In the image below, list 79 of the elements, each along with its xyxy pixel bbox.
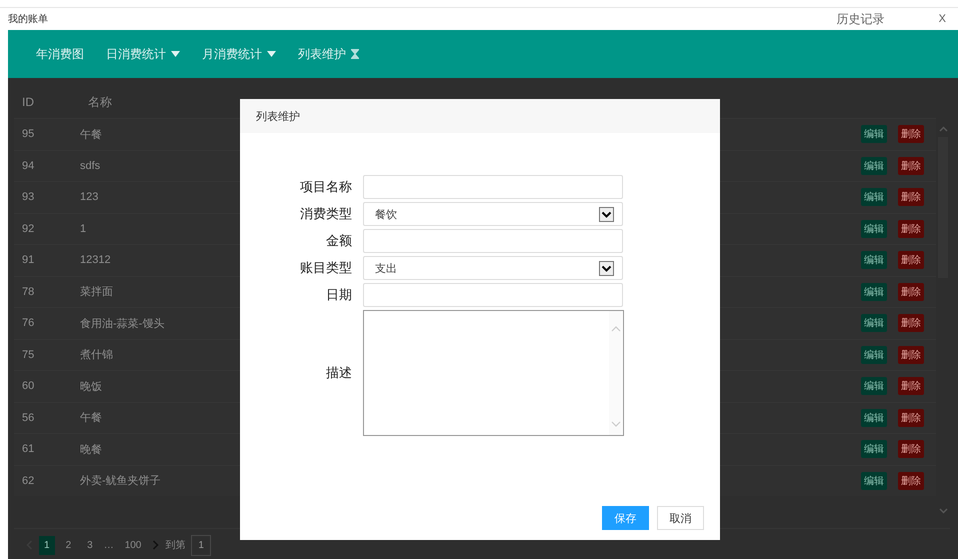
table-cell-text: 62	[21, 474, 36, 487]
table-cell-text: 92	[21, 222, 36, 235]
table-cell-text: 晚饭	[80, 380, 102, 394]
table-cell-text: 56	[21, 412, 36, 424]
delete-button[interactable]: 删除	[898, 377, 924, 396]
dialog-title: 列表维护	[256, 110, 300, 124]
edit-button[interactable]: 编辑	[861, 125, 887, 144]
edit-button[interactable]: 编辑	[861, 220, 887, 238]
hourglass-icon	[351, 49, 359, 59]
delete-button[interactable]: 删除	[898, 314, 924, 332]
edit-button[interactable]: 编辑	[861, 440, 887, 458]
delete-button[interactable]: 删除	[898, 156, 924, 175]
edit-button[interactable]: 编辑	[861, 408, 887, 427]
field-label: 描述	[325, 364, 352, 382]
page-button[interactable]: 1	[39, 536, 55, 554]
next-page-icon[interactable]	[152, 540, 160, 550]
edit-button[interactable]: 编辑	[861, 156, 887, 175]
page-button[interactable]: 2	[60, 536, 76, 554]
column-header: ID	[21, 95, 35, 109]
window-title: 我的账单	[8, 12, 48, 26]
table-cell-text: 94	[21, 160, 36, 172]
caret-icon	[171, 51, 180, 57]
table-cell-text: 午餐	[80, 128, 102, 142]
delete-button[interactable]: 删除	[898, 220, 924, 238]
table-cell-text: 食用油-蒜菜-馒头	[80, 316, 164, 331]
field-label: 账目类型	[299, 259, 352, 277]
caret-icon	[267, 51, 276, 57]
table-cell: 12312	[80, 254, 111, 266]
page-input[interactable]: 1	[191, 534, 211, 556]
delete-button[interactable]: 删除	[898, 125, 924, 144]
edit-button[interactable]: 编辑	[861, 188, 887, 206]
page-button[interactable]: 3	[82, 536, 98, 554]
scroll-down-icon[interactable]	[938, 508, 948, 514]
table-cell: 1	[80, 222, 86, 235]
close-button[interactable]: X	[936, 13, 948, 25]
table-cell-text: 93	[21, 191, 36, 204]
history-link[interactable]: 历史记录	[836, 10, 885, 28]
input-field[interactable]	[363, 175, 623, 199]
field-label: 金额	[325, 232, 352, 250]
table-cell-text: 60	[21, 380, 36, 392]
table-cell-text: 晚餐	[80, 442, 102, 457]
table-cell-text: 95	[21, 128, 36, 140]
column-header: 名称	[88, 94, 112, 110]
table-cell-text: 菜拌面	[80, 285, 113, 300]
cancel-button[interactable]: 取消	[657, 506, 704, 530]
table-cell: 123	[80, 191, 98, 204]
delete-button[interactable]: 删除	[898, 346, 924, 364]
input-field[interactable]	[363, 229, 623, 253]
delete-button[interactable]: 删除	[898, 188, 924, 206]
table-cell-text: 75	[21, 348, 36, 361]
delete-button[interactable]: 删除	[898, 282, 924, 301]
field-label: 消费类型	[299, 205, 352, 223]
edit-button[interactable]: 编辑	[861, 377, 887, 396]
table-cell-text: 91	[21, 254, 36, 266]
delete-button[interactable]: 删除	[898, 251, 924, 270]
table-cell-text: 午餐	[80, 411, 102, 426]
goto-label: 到第	[165, 539, 186, 552]
edit-button[interactable]: 编辑	[861, 282, 887, 301]
table-cell: sdfs	[80, 160, 100, 172]
table-cell-text: 78	[21, 286, 36, 298]
page-ellipsis: …	[104, 540, 114, 550]
scroll-up-icon[interactable]	[938, 126, 948, 132]
field-label: 项目名称	[299, 178, 352, 196]
table-cell-text: 煮什锦	[80, 348, 113, 362]
delete-button[interactable]: 删除	[898, 408, 924, 427]
table-cell-text: 外卖-鱿鱼夹饼子	[80, 474, 161, 488]
edit-button[interactable]: 编辑	[861, 472, 887, 490]
delete-button[interactable]: 删除	[898, 472, 924, 490]
field-label: 日期	[325, 286, 352, 304]
delete-button[interactable]: 删除	[898, 440, 924, 458]
page-button[interactable]: 100	[120, 536, 146, 554]
select-field[interactable]: 支出	[363, 256, 623, 280]
table-cell-text: 61	[21, 443, 36, 456]
edit-button[interactable]: 编辑	[861, 314, 887, 332]
table-cell-text: 76	[21, 317, 36, 330]
select-field[interactable]: 餐饮	[363, 202, 623, 226]
edit-button[interactable]: 编辑	[861, 346, 887, 364]
input-field[interactable]	[363, 283, 623, 307]
edit-button[interactable]: 编辑	[861, 251, 887, 270]
